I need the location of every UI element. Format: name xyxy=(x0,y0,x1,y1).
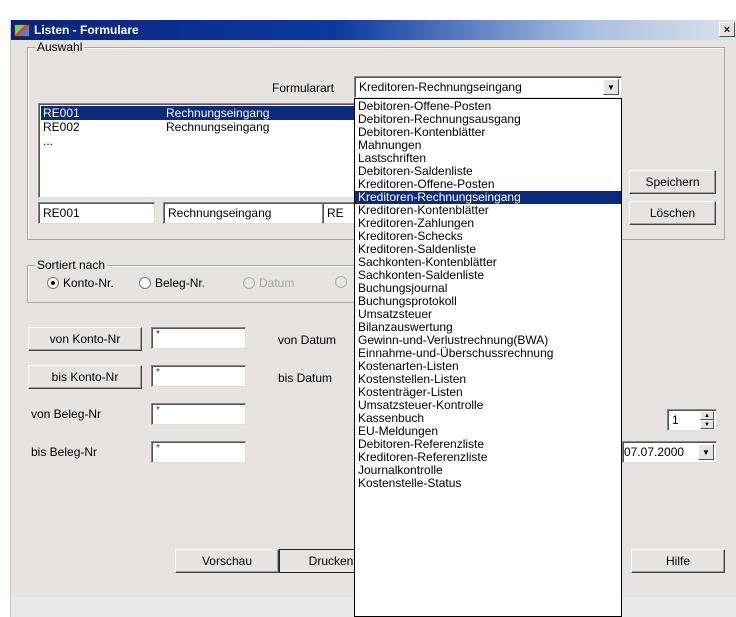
von-konto-button[interactable]: von Konto-Nr xyxy=(28,327,142,351)
app-icon xyxy=(14,23,30,37)
bis-beleg-label: bis Beleg-Nr xyxy=(31,445,98,459)
von-beleg-label: von Beleg-Nr xyxy=(31,407,102,421)
sort-konto-radio[interactable]: Konto-Nr. xyxy=(47,276,114,290)
von-konto-field[interactable]: * xyxy=(151,327,246,349)
listen-formulare-dialog: Listen - Formulare × Auswahl Formularart… xyxy=(10,20,736,617)
delete-button[interactable]: Löschen xyxy=(629,201,716,225)
formularart-combobox[interactable]: Kreditoren-Rechnungseingang ▼ xyxy=(354,76,622,98)
sort-extra-radio xyxy=(335,276,351,288)
bis-beleg-field[interactable]: * xyxy=(151,441,246,463)
window-title: Listen - Formulare xyxy=(34,23,139,37)
von-datum-label: von Datum xyxy=(278,333,337,347)
date-combobox[interactable]: 07.07.2000 ▼ xyxy=(622,441,717,463)
help-button[interactable]: Hilfe xyxy=(631,549,725,573)
close-button[interactable]: × xyxy=(719,22,735,37)
radio-checked-icon xyxy=(47,277,59,289)
spin-up-icon[interactable]: ▲ xyxy=(700,411,714,420)
copies-spinner[interactable]: 1 ▲ ▼ xyxy=(667,409,717,431)
formular-code-field[interactable]: RE001 xyxy=(38,202,155,224)
radio-icon xyxy=(335,276,347,288)
title-bar[interactable]: Listen - Formulare × xyxy=(11,20,736,40)
formular-listbox[interactable]: RE001 Rechnungseingang RE002 Rechnungsei… xyxy=(38,103,358,198)
chevron-down-icon[interactable]: ▼ xyxy=(698,444,714,460)
save-button[interactable]: Speichern xyxy=(629,170,716,194)
dropdown-item[interactable]: Kostenstelle-Status xyxy=(355,477,621,490)
von-beleg-field[interactable]: * xyxy=(151,403,246,425)
formularart-value: Kreditoren-Rechnungseingang xyxy=(359,80,522,94)
bis-konto-button[interactable]: bis Konto-Nr xyxy=(28,365,142,389)
bis-konto-field[interactable]: * xyxy=(151,365,246,387)
sort-datum-radio: Datum xyxy=(243,276,294,290)
radio-icon xyxy=(243,277,255,289)
list-item[interactable]: RE002 Rechnungseingang xyxy=(41,120,355,134)
sort-beleg-radio[interactable]: Beleg-Nr. xyxy=(139,276,205,290)
list-item[interactable]: RE001 Rechnungseingang xyxy=(41,106,355,120)
spin-down-icon[interactable]: ▼ xyxy=(700,420,714,429)
preview-button[interactable]: Vorschau xyxy=(175,549,279,573)
auswahl-group-title: Auswahl xyxy=(35,40,85,54)
radio-icon xyxy=(139,277,151,289)
formularart-label: Formularart xyxy=(272,81,335,95)
bis-datum-label: bis Datum xyxy=(278,371,333,385)
list-item[interactable]: ... xyxy=(41,134,355,148)
formularart-dropdown-list[interactable]: Debitoren-Offene-Posten Debitoren-Rechnun… xyxy=(354,98,622,617)
sort-group-title: Sortiert nach xyxy=(35,258,108,272)
chevron-down-icon[interactable]: ▼ xyxy=(603,79,619,95)
